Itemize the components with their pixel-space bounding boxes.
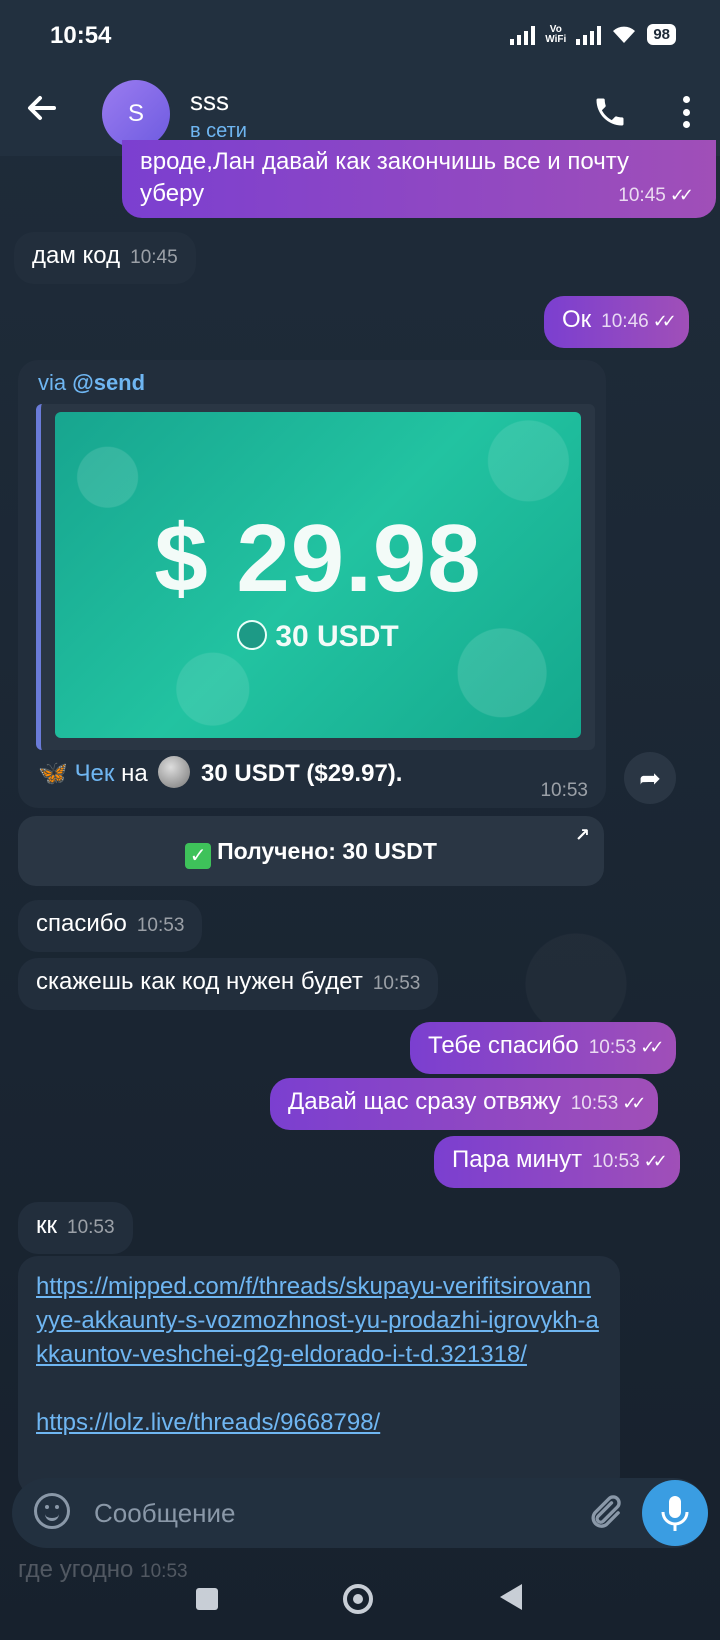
back-nav-icon[interactable] bbox=[500, 1584, 522, 1610]
message-text: дам код bbox=[32, 242, 121, 269]
message-text: спасибо bbox=[36, 910, 127, 937]
message-time: 10:53 bbox=[540, 780, 588, 801]
check-image[interactable]: $ 29.98 30 USDT bbox=[55, 412, 581, 738]
message-input[interactable] bbox=[92, 1490, 566, 1536]
message-text: кк bbox=[36, 1212, 57, 1239]
message-time: 10:53 bbox=[136, 915, 185, 936]
wifi-icon bbox=[613, 26, 636, 43]
message-incoming[interactable]: скажешь как код нужен будет 10:53 bbox=[18, 958, 439, 1010]
message-text: Давай щас сразу отвяжу bbox=[288, 1088, 561, 1115]
microphone-icon bbox=[661, 1496, 689, 1531]
message-text: Пара минут bbox=[452, 1146, 583, 1173]
signal-icon bbox=[510, 25, 536, 45]
vowifi-label: Vo WiFi bbox=[545, 23, 567, 45]
check-amount-usdt: 30 USDT bbox=[55, 620, 581, 654]
system-nav-bar bbox=[0, 1560, 720, 1640]
message-time: 10:53 bbox=[570, 1093, 619, 1114]
message-text: Тебе спасибо bbox=[428, 1032, 579, 1059]
butterfly-icon: 🦋 bbox=[38, 760, 68, 787]
recents-nav-icon[interactable] bbox=[196, 1588, 218, 1610]
external-link-icon: ↗ bbox=[574, 825, 590, 845]
phone-icon[interactable] bbox=[592, 94, 628, 130]
message-incoming[interactable]: дам код 10:45 bbox=[14, 232, 196, 284]
message-time: 10:53 bbox=[67, 1217, 115, 1238]
coin-icon bbox=[158, 756, 191, 788]
message-text: Ок bbox=[562, 306, 592, 333]
back-arrow-icon[interactable] bbox=[26, 92, 66, 132]
message-time: 10:53 bbox=[372, 973, 421, 994]
battery-badge: 98 bbox=[647, 24, 676, 45]
link-mipped[interactable]: https://mipped.com/f/threads/skupayu-ver… bbox=[36, 1270, 602, 1372]
received-button[interactable]: ✓ Получено: 30 USDT ↗ bbox=[18, 816, 604, 886]
home-nav-icon[interactable] bbox=[343, 1584, 373, 1614]
double-check-icon: ✓✓ bbox=[652, 311, 677, 331]
message-outgoing[interactable]: вроде,Лан давай как закончишь все и почт… bbox=[122, 140, 716, 218]
message-outgoing[interactable]: Тебе спасибо 10:53 ✓✓ bbox=[410, 1022, 677, 1074]
usdt-icon bbox=[237, 620, 268, 650]
via-bot-label: via @send bbox=[38, 370, 146, 395]
message-text: вроде,Лан давай как закончишь все и почт… bbox=[140, 148, 629, 207]
attach-icon[interactable] bbox=[584, 1492, 624, 1532]
message-incoming[interactable]: кк 10:53 bbox=[18, 1202, 133, 1254]
double-check-icon: ✓✓ bbox=[643, 1151, 668, 1171]
status-bar: 10:54 Vo WiFi 98 bbox=[0, 0, 720, 76]
message-outgoing[interactable]: Пара минут 10:53 ✓✓ bbox=[434, 1136, 680, 1188]
forward-icon[interactable]: ➦ bbox=[624, 752, 676, 804]
link-preview[interactable]: $ 29.98 30 USDT bbox=[36, 404, 595, 750]
emoji-icon[interactable] bbox=[34, 1493, 70, 1529]
message-outgoing[interactable]: Ок 10:46 ✓✓ bbox=[544, 296, 689, 348]
link-lolz[interactable]: https://lolz.live/threads/9668798/ bbox=[36, 1406, 602, 1440]
message-text: скажешь как код нужен будет bbox=[36, 968, 363, 995]
double-check-icon: ✓✓ bbox=[640, 1037, 664, 1057]
avatar[interactable]: S bbox=[102, 80, 170, 148]
message-time: 10:53 bbox=[592, 1151, 640, 1172]
more-vert-icon[interactable] bbox=[682, 96, 690, 128]
clock: 10:54 bbox=[50, 22, 112, 49]
double-check-icon: ✓✓ bbox=[669, 185, 694, 205]
signal-icon-2 bbox=[576, 25, 602, 45]
message-time: 10:53 bbox=[588, 1037, 637, 1058]
message-time: 10:45 bbox=[130, 247, 178, 268]
check-card[interactable]: via @send $ 29.98 30 USDT 🦋 Чек на 30 US… bbox=[18, 360, 606, 808]
mic-button[interactable] bbox=[642, 1480, 708, 1546]
check-link[interactable]: Чек bbox=[75, 760, 115, 787]
message-composer bbox=[12, 1478, 708, 1548]
chat-title[interactable]: sss bbox=[190, 86, 229, 117]
message-time: 10:45 bbox=[618, 185, 666, 206]
message-outgoing[interactable]: Давай щас сразу отвяжу 10:53 ✓✓ bbox=[270, 1078, 659, 1130]
check-caption: 🦋 Чек на 30 USDT ($29.97). bbox=[38, 756, 402, 788]
double-check-icon: ✓✓ bbox=[622, 1093, 646, 1113]
links-message[interactable]: https://mipped.com/f/threads/skupayu-ver… bbox=[18, 1256, 620, 1496]
message-incoming[interactable]: спасибо 10:53 bbox=[18, 900, 203, 952]
message-time: 10:46 bbox=[601, 311, 649, 332]
check-amount: $ 29.98 bbox=[154, 505, 482, 612]
check-mark-icon: ✓ bbox=[185, 843, 212, 869]
bot-username-link[interactable]: @send bbox=[72, 370, 145, 395]
